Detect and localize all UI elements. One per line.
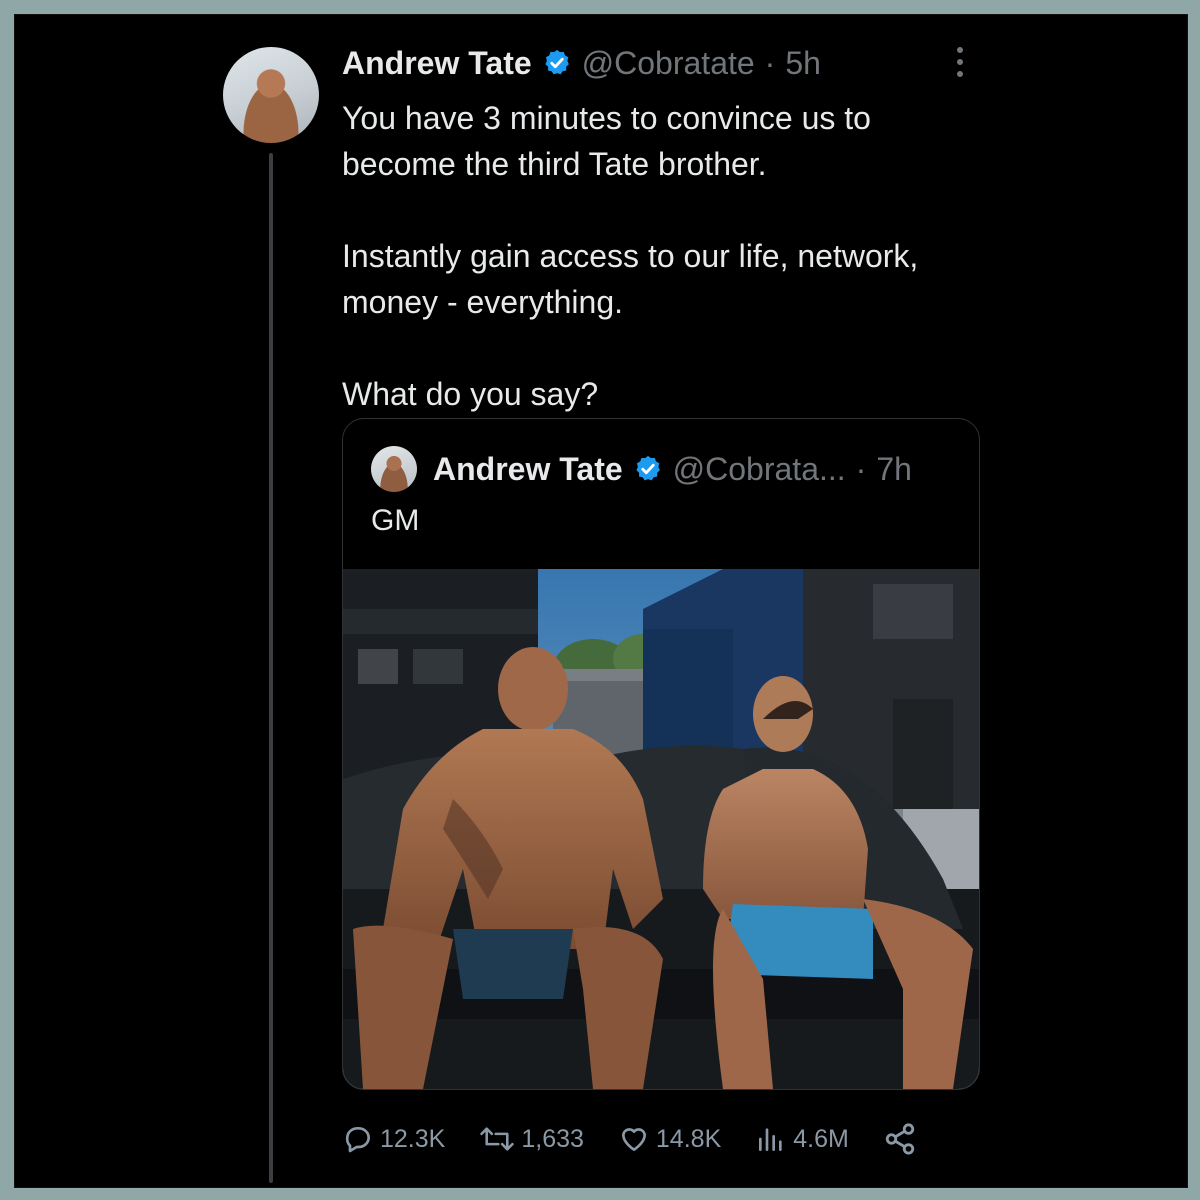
- tweet-paragraph: You have 3 minutes to convince us to bec…: [342, 100, 871, 182]
- tweet-paragraph: Instantly gain access to our life, netwo…: [342, 238, 919, 320]
- author-avatar[interactable]: [223, 47, 319, 143]
- reply-icon: [345, 1127, 370, 1153]
- quoted-photo[interactable]: [343, 569, 979, 1089]
- more-icon[interactable]: [950, 43, 970, 83]
- author-name[interactable]: Andrew Tate: [342, 45, 532, 82]
- quoted-author-name: Andrew Tate: [433, 450, 623, 487]
- quoted-header: Andrew Tate @Cobrata... · 7h: [371, 446, 912, 492]
- tweet-text: You have 3 minutes to convince us to bec…: [342, 95, 982, 417]
- tweet-time[interactable]: 5h: [785, 45, 821, 82]
- heart-icon: [621, 1128, 646, 1151]
- repost-button[interactable]: 1,633: [479, 1123, 584, 1155]
- quoted-avatar: [371, 446, 417, 492]
- thread-line: [269, 153, 273, 1183]
- tweet-actions: 12.3K 1,633 14.8K 4.6M: [342, 1115, 982, 1163]
- reply-count: 12.3K: [380, 1124, 446, 1153]
- verified-badge-icon: [545, 49, 569, 75]
- like-count: 14.8K: [655, 1124, 722, 1153]
- views-button[interactable]: 4.6M: [755, 1123, 849, 1155]
- reply-button[interactable]: 12.3K: [342, 1123, 445, 1155]
- author-handle[interactable]: @Cobratate: [582, 45, 755, 82]
- quoted-text: GM: [371, 504, 420, 537]
- quoted-time: 7h: [876, 450, 912, 487]
- tweet-paragraph: What do you say?: [342, 376, 599, 412]
- quoted-separator: ·: [855, 450, 867, 487]
- quoted-handle: @Cobrata...: [672, 450, 846, 487]
- quoted-tweet[interactable]: Andrew Tate @Cobrata... · 7h GM: [342, 418, 980, 1090]
- like-button[interactable]: 14.8K: [618, 1123, 721, 1155]
- verified-badge-icon: [636, 455, 660, 481]
- repost-icon: [480, 1127, 515, 1151]
- repost-count: 1,633: [521, 1124, 584, 1153]
- views-icon: [759, 1128, 782, 1151]
- views-count: 4.6M: [793, 1124, 849, 1153]
- share-icon: [885, 1123, 915, 1155]
- share-button[interactable]: [883, 1122, 917, 1156]
- tweet-header: Andrew Tate @Cobratate · 5h: [342, 43, 821, 83]
- tweet-frame: Andrew Tate @Cobratate · 5h You have 3 m…: [14, 14, 1188, 1188]
- header-separator: ·: [764, 44, 776, 81]
